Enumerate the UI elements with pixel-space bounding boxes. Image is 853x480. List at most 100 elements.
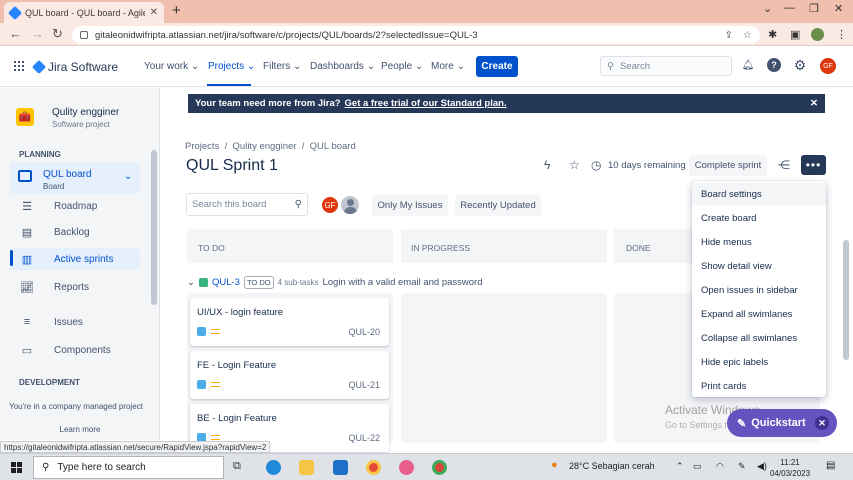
menu-item-print-cards[interactable]: Print cards <box>692 375 826 397</box>
sidebar-scrollbar[interactable] <box>151 150 157 305</box>
free-trial-link[interactable]: Get a free trial of our Standard plan. <box>345 98 507 109</box>
sidebar-item-roadmap[interactable]: ☰ Roadmap <box>10 195 140 217</box>
sidebar-item-active-sprints[interactable]: ▥ Active sprints <box>10 248 140 270</box>
windows-start-icon[interactable] <box>11 462 22 473</box>
network-icon[interactable]: ▭ <box>693 461 702 472</box>
share-icon[interactable]: ⇪ <box>725 30 733 41</box>
automation-bolt-icon[interactable]: ϟ <box>544 158 550 172</box>
menu-item-board-settings[interactable]: Board settings <box>692 183 826 205</box>
star-icon[interactable]: ☆ <box>569 158 580 172</box>
menu-item-hide-menus[interactable]: Hide menus <box>692 231 826 253</box>
breadcrumb-projects[interactable]: Projects <box>185 141 219 152</box>
create-button[interactable]: Create <box>476 56 518 77</box>
share-icon[interactable]: ⋲ <box>778 158 790 172</box>
tab-search-icon[interactable]: ⌄ <box>763 2 772 15</box>
sidepanel-icon[interactable]: ▣ <box>790 28 800 41</box>
banner-close-icon[interactable]: ✕ <box>810 98 818 109</box>
close-tab-icon[interactable]: ✕ <box>150 7 158 18</box>
help-icon[interactable]: ? <box>767 58 781 72</box>
edge-icon[interactable] <box>266 460 281 475</box>
bookmark-star-icon[interactable]: ☆ <box>743 30 752 41</box>
browser-menu-icon[interactable]: ⋮ <box>836 28 847 41</box>
menu-people[interactable]: People ⌄ <box>381 61 423 72</box>
minimize-icon[interactable]: — <box>784 2 795 14</box>
swimlane-header[interactable]: ⌄ QUL-3 TO DO 4 sub-tasks Login with a v… <box>187 276 483 289</box>
extensions-icon[interactable]: ✱ <box>768 28 777 41</box>
menu-item-create-board[interactable]: Create board <box>692 207 826 229</box>
taskbar-search-input[interactable]: ⚲ Type here to search <box>33 456 224 479</box>
file-explorer-icon[interactable] <box>299 460 314 475</box>
weather-text[interactable]: 28°C Sebagian cerah <box>569 461 655 471</box>
chevron-down-icon[interactable]: ⌄ <box>124 171 132 182</box>
sidebar-item-label: Active sprints <box>54 253 114 265</box>
menu-item-show-detail-view[interactable]: Show detail view <box>692 255 826 277</box>
complete-sprint-button[interactable]: Complete sprint <box>689 155 767 176</box>
quickstart-close-icon[interactable]: ✕ <box>815 416 829 430</box>
jira-logo[interactable]: Jira Software <box>31 59 118 75</box>
more-actions-button[interactable]: ••• <box>801 155 826 175</box>
browser-tab[interactable]: QUL board - QUL board - Agile F ✕ <box>4 2 164 23</box>
app-icon[interactable] <box>399 460 414 475</box>
issue-card[interactable]: UI/UX - login feature QUL-20 <box>190 298 389 346</box>
menu-your-work[interactable]: Your work ⌄ <box>144 61 199 72</box>
unassigned-avatar[interactable] <box>339 194 361 216</box>
browser-tab-bar: QUL board - QUL board - Agile F ✕ + ⌄ — … <box>0 0 853 23</box>
new-tab-icon[interactable]: + <box>172 2 181 19</box>
menu-dashboards[interactable]: Dashboards ⌄ <box>310 61 375 72</box>
user-avatar[interactable]: GF <box>820 58 836 74</box>
restore-icon[interactable]: ❐ <box>809 2 819 15</box>
menu-item-collapse-all-swimlanes[interactable]: Collapse all swimlanes <box>692 327 826 349</box>
back-icon[interactable]: ← <box>9 26 22 41</box>
sidebar-item-label: Issues <box>54 316 83 328</box>
board-scrollbar[interactable] <box>843 240 849 360</box>
breadcrumb-board[interactable]: QUL board <box>310 141 356 152</box>
window-close-icon[interactable]: ✕ <box>834 2 843 15</box>
chrome-icon[interactable] <box>366 460 381 475</box>
menu-item-expand-all-swimlanes[interactable]: Expand all swimlanes <box>692 303 826 325</box>
sidebar-board-selector[interactable]: QUL board Board ⌄ <box>10 162 140 194</box>
swimlane-key[interactable]: QUL-3 <box>212 277 240 288</box>
browser-profile-avatar[interactable] <box>811 28 824 41</box>
pen-icon[interactable]: ✎ <box>738 461 746 472</box>
card-key: QUL-20 <box>348 327 380 337</box>
filter-only-my-issues[interactable]: Only My Issues <box>372 195 448 216</box>
notification-center-icon[interactable]: ▤ <box>826 460 835 471</box>
menu-item-hide-epic-labels[interactable]: Hide epic labels <box>692 351 826 373</box>
quickstart-button[interactable]: ✎ Quickstart ✕ <box>727 409 837 437</box>
weather-icon: ● <box>551 459 558 471</box>
filter-recently-updated[interactable]: Recently Updated <box>455 195 541 216</box>
taskbar-clock[interactable]: 11:21 04/03/2023 <box>770 457 810 479</box>
project-name[interactable]: Qulity engginer <box>52 107 119 118</box>
breadcrumb-project[interactable]: Qulity engginer <box>233 141 297 152</box>
address-bar-row: ← → ↻ gitaleonidwifripta.atlassian.net/j… <box>0 23 853 46</box>
learn-more-link[interactable]: Learn more <box>0 425 160 434</box>
app-switcher-icon[interactable] <box>14 61 24 71</box>
lock-icon <box>80 31 88 39</box>
volume-icon[interactable]: ◀) <box>757 461 767 472</box>
task-view-icon[interactable]: ⧉ <box>233 460 248 475</box>
menu-projects[interactable]: Projects ⌄ <box>208 61 255 72</box>
sidebar-item-backlog[interactable]: ▤ Backlog <box>10 221 140 243</box>
chevron-down-icon[interactable]: ⌄ <box>187 277 195 288</box>
settings-gear-icon[interactable]: ⚙ <box>793 57 807 73</box>
sidebar-item-issues[interactable]: ≡ Issues <box>10 311 140 333</box>
chrome-active-icon[interactable] <box>432 460 447 475</box>
global-search-input[interactable]: ⚲ Search <box>600 56 732 76</box>
assignee-avatar-gf[interactable]: GF <box>320 195 340 215</box>
active-item-indicator <box>10 250 13 266</box>
mail-icon[interactable] <box>333 460 348 475</box>
sidebar-item-reports[interactable]: 📈︎ Reports <box>10 276 140 298</box>
forward-icon[interactable]: → <box>31 26 44 41</box>
url-field[interactable]: gitaleonidwifripta.atlassian.net/jira/so… <box>72 26 760 44</box>
menu-more[interactable]: More ⌄ <box>431 61 465 72</box>
board-search-input[interactable]: Search this board ⚲ <box>186 193 308 216</box>
wifi-icon[interactable]: ◠ <box>716 461 724 472</box>
notifications-icon[interactable]: 🔔︎ <box>741 58 755 72</box>
menu-item-open-issues-in-sidebar[interactable]: Open issues in sidebar <box>692 279 826 301</box>
issue-card[interactable]: FE - Login Feature QUL-21 <box>190 351 389 399</box>
tray-chevron-icon[interactable]: ⌃ <box>676 461 684 472</box>
menu-filters[interactable]: Filters ⌄ <box>263 61 301 72</box>
search-icon: ⚲ <box>42 462 50 473</box>
reload-icon[interactable]: ↻ <box>52 26 63 42</box>
sidebar-item-components[interactable]: ▭ Components <box>10 339 140 361</box>
